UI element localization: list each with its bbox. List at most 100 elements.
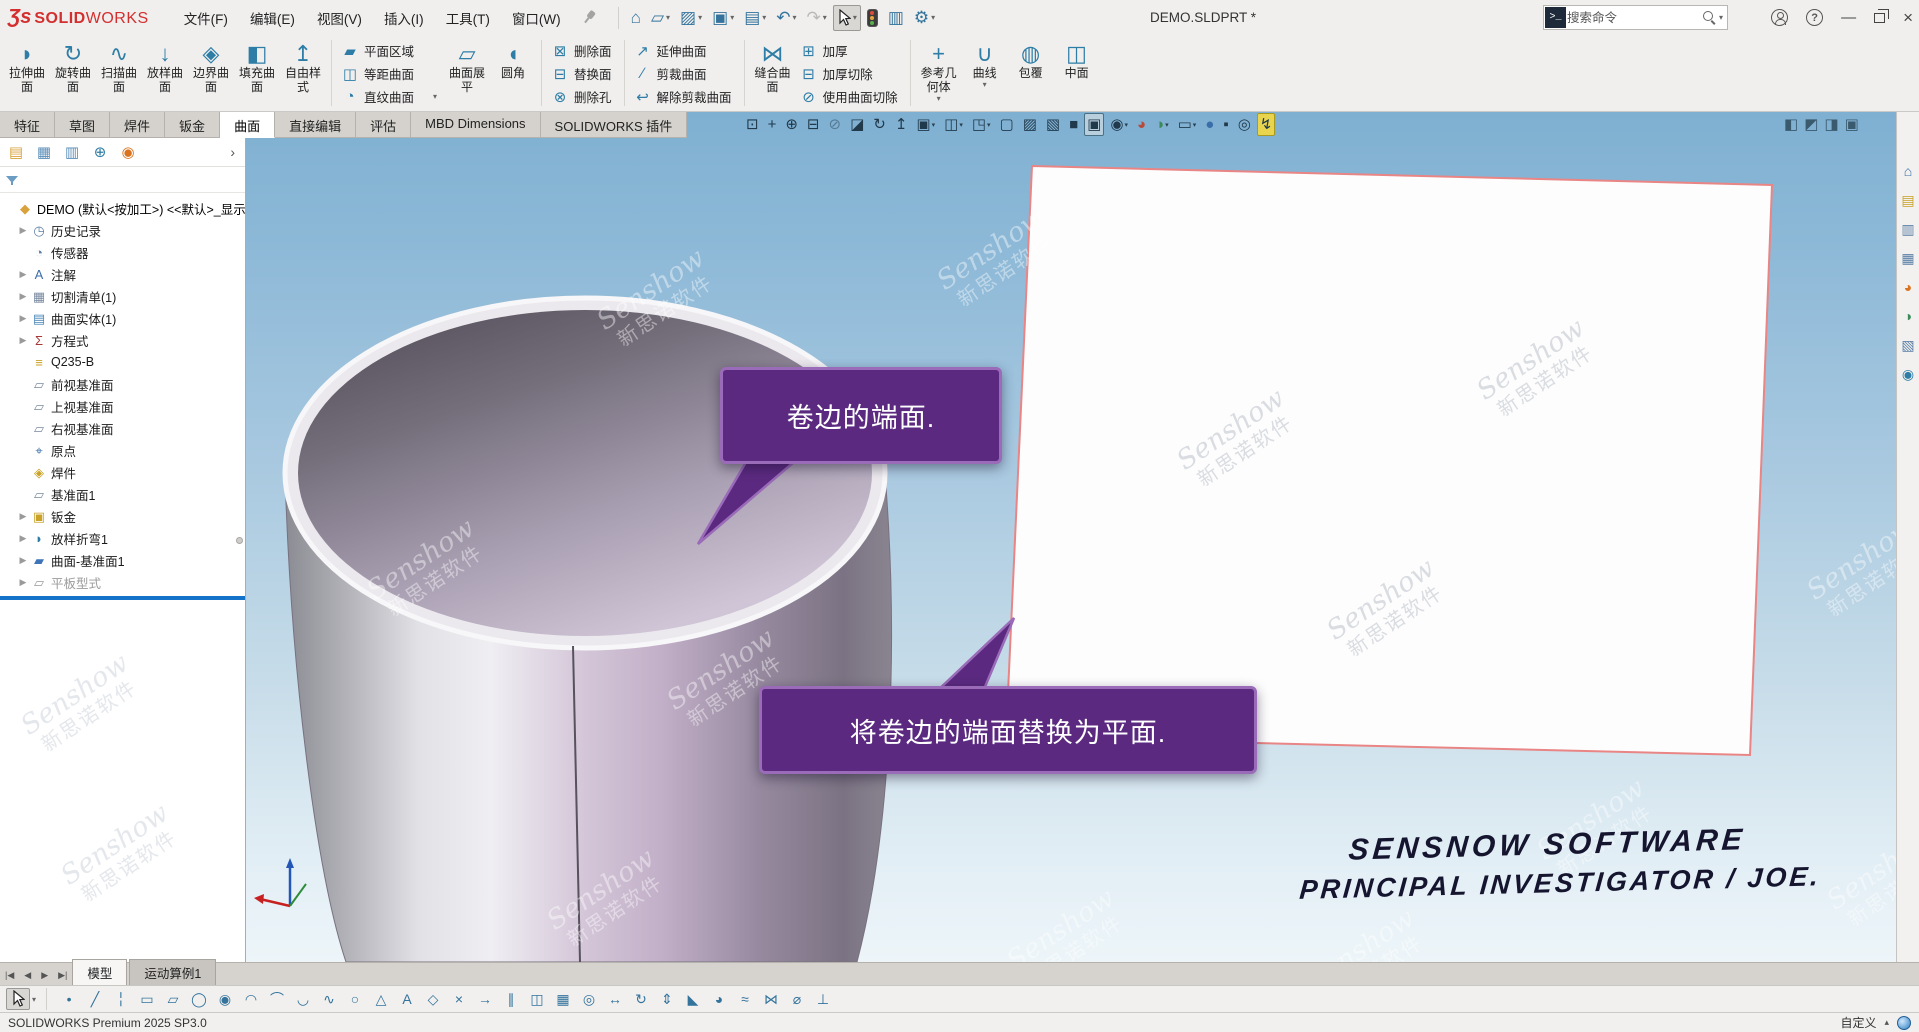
open-icon[interactable]: ▨▾ — [676, 5, 706, 31]
sketch-3point-arc-icon[interactable]: ⌒ — [265, 988, 289, 1010]
file-explorer-icon[interactable]: ▥ — [1901, 222, 1914, 236]
print-icon[interactable]: ▤▾ — [740, 5, 770, 31]
tree-item-Q235-B[interactable]: ≡Q235-B — [2, 351, 245, 373]
tab-焊件[interactable]: 焊件 — [110, 112, 165, 138]
shaded-with-edges-icon[interactable]: ▣ — [1084, 113, 1104, 136]
tree-item-右视基准面[interactable]: ▱右视基准面 — [2, 417, 245, 439]
sketch-intersect-icon[interactable]: ⋈ — [759, 988, 783, 1010]
model-tab-运动算例1[interactable]: 运动算例1 — [129, 959, 216, 985]
tree-item-切割清单(1)[interactable]: ▶▦切割清单(1) — [2, 285, 245, 307]
resources-home-icon[interactable]: ⌂ — [1904, 164, 1912, 178]
tree-item-历史记录[interactable]: ▶◷历史记录 — [2, 219, 245, 241]
viewport-split-vertical-icon[interactable]: ◨ — [1824, 115, 1838, 133]
tree-item-上视基准面[interactable]: ▱上视基准面 — [2, 395, 245, 417]
sketch-point-icon[interactable]: • — [57, 988, 81, 1010]
sketch-perimeter-circle-icon[interactable]: ◉ — [213, 988, 237, 1010]
freeform-button[interactable]: ↥自由样式 — [280, 37, 326, 109]
model-nav-button[interactable]: ▶| — [53, 966, 72, 985]
search-icon[interactable] — [1702, 10, 1717, 25]
flatten-surface-button[interactable]: ▱曲面展平 — [444, 37, 490, 109]
dropdown-arrow-icon[interactable]: ▾ — [1165, 121, 1169, 129]
expand-arrow-icon[interactable]: ▶ — [16, 533, 30, 544]
graphics-area[interactable]: ⊡+⊕⊟⊘◪↻↥▣▾◫▾◳▾▢▨▧■▣◉▾◕◑▾▭▾●▪◎↯ ◧◩◨▣ 卷边的端… — [246, 112, 1919, 962]
reference-geometry-button[interactable]: +参考几何体▾ — [916, 37, 962, 109]
expand-arrow-icon[interactable]: ▶ — [16, 225, 30, 236]
sketch-spline-icon[interactable]: ∿ — [317, 988, 341, 1010]
previous-view-icon[interactable]: ⊘ — [826, 113, 845, 136]
expand-arrow-icon[interactable]: ▶ — [16, 555, 30, 566]
sketch-move-icon[interactable]: ↔ — [603, 988, 627, 1010]
tree-item-曲面-基准面1[interactable]: ▶▰曲面-基准面1 — [2, 549, 245, 571]
dropdown-arrow-icon[interactable]: ▾ — [931, 13, 935, 22]
viewport-single-icon[interactable]: ▣ — [1845, 115, 1859, 133]
tree-item-基准面1[interactable]: ▱基准面1 — [2, 483, 245, 505]
zoom-to-area-icon[interactable]: ⊟ — [804, 113, 823, 136]
tab-评估[interactable]: 评估 — [356, 112, 411, 138]
shaded-icon[interactable]: ■ — [1066, 113, 1081, 136]
dropdown-arrow-icon[interactable]: ▾ — [762, 13, 766, 22]
tab-曲面[interactable]: 曲面 — [220, 112, 275, 138]
propertymanager-icon[interactable]: ▦ — [32, 140, 56, 164]
sketch-rotate-icon[interactable]: ↻ — [629, 988, 653, 1010]
perspective-cube-icon[interactable]: ▪ — [1220, 113, 1231, 136]
sketch-ellipse-icon[interactable]: ○ — [343, 988, 367, 1010]
displaymanager-icon[interactable]: ◉ — [116, 140, 140, 164]
tree-item-传感器[interactable]: ◔传感器 — [2, 241, 245, 263]
tree-root-item[interactable]: ◆DEMO (默认<按加工>) <<默认>_显示 — [2, 197, 245, 219]
untrim-surface-button[interactable]: ↩解除剪裁曲面 — [630, 85, 739, 108]
tree-item-注解[interactable]: ▶A注解 — [2, 263, 245, 285]
tree-item-方程式[interactable]: ▶Σ方程式 — [2, 329, 245, 351]
sketch-linear-pattern-icon[interactable]: ▦ — [551, 988, 575, 1010]
dropdown-arrow-icon[interactable]: ▾ — [730, 13, 734, 22]
view-palette-icon[interactable]: ▦ — [1901, 251, 1914, 265]
sketch-tangent-arc-icon[interactable]: ◡ — [291, 988, 315, 1010]
tree-item-钣金[interactable]: ▶▣钣金 — [2, 505, 245, 527]
sketch-arc-icon[interactable]: ◠ — [239, 988, 263, 1010]
save-icon[interactable]: ▣▾ — [708, 5, 738, 31]
menu-工具(T)[interactable]: 工具(T) — [437, 3, 499, 33]
help-icon[interactable]: ? — [1806, 9, 1823, 26]
midsurface-button[interactable]: ◫中面 — [1054, 37, 1100, 109]
expand-arrow-icon[interactable]: ▶ — [16, 291, 30, 302]
model-nav-button[interactable]: ▶ — [36, 966, 53, 985]
sketch-text-icon[interactable]: A — [395, 988, 419, 1010]
offset-surface-button[interactable]: ◫等距曲面 — [337, 62, 444, 85]
menu-文件(F)[interactable]: 文件(F) — [175, 3, 237, 33]
dropdown-arrow-icon[interactable]: ▾ — [793, 13, 797, 22]
view-settings-icon[interactable]: ▭▾ — [1175, 113, 1200, 136]
menu-视图(V)[interactable]: 视图(V) — [308, 3, 371, 33]
sketch-convert-icon[interactable]: ≈ — [733, 988, 757, 1010]
trim-surface-button[interactable]: ∕剪裁曲面 — [630, 62, 739, 85]
tree-filter-bar[interactable] — [0, 167, 245, 193]
command-search[interactable]: >_ ▾ — [1543, 5, 1728, 30]
customize-arrow-icon[interactable]: ▴ — [1884, 1017, 1889, 1028]
dropdown-arrow-icon[interactable]: ▾ — [433, 92, 437, 101]
custom-properties-icon[interactable]: ▧ — [1901, 338, 1914, 352]
sketch-circular-pattern-icon[interactable]: ◎ — [577, 988, 601, 1010]
model-tab-模型[interactable]: 模型 — [72, 959, 127, 985]
viewport-layout-icon[interactable]: ◫▾ — [941, 113, 966, 136]
sketch-extend-icon[interactable]: → — [473, 988, 497, 1010]
tree-item-曲面实体(1)[interactable]: ▶▤曲面实体(1) — [2, 307, 245, 329]
sketch-plane-icon[interactable]: ◇ — [421, 988, 445, 1010]
edit-appearance-icon[interactable]: ◕ — [1134, 113, 1149, 136]
hidden-lines-visible-icon[interactable]: ▨ — [1020, 113, 1040, 136]
tree-item-放样折弯1[interactable]: ▶◗放样折弯1 — [2, 527, 245, 549]
design-library-icon[interactable]: ▤ — [1901, 193, 1914, 207]
camera-view-icon[interactable]: ◎ — [1235, 113, 1254, 136]
menu-插入(I)[interactable]: 插入(I) — [375, 3, 433, 33]
sketch-mirror-icon[interactable]: ◫ — [525, 988, 549, 1010]
home-icon[interactable]: ⌂ — [627, 5, 645, 31]
cylinder-inside-face[interactable] — [298, 310, 872, 636]
forum-icon[interactable]: ◉ — [1902, 367, 1914, 381]
pin-menu-button[interactable] — [582, 10, 596, 25]
zoom-in-out-icon[interactable]: ⊕ — [782, 113, 801, 136]
tab-特征[interactable]: 特征 — [0, 112, 55, 138]
panel-splitter-handle[interactable] — [236, 537, 243, 544]
menu-窗口(W)[interactable]: 窗口(W) — [503, 3, 570, 33]
expand-arrow-icon[interactable]: ▶ — [16, 577, 30, 588]
sketch-offset-icon[interactable]: ∥ — [499, 988, 523, 1010]
customize-label[interactable]: 自定义 — [1840, 1014, 1876, 1031]
zoom-to-fit-icon[interactable]: ⊡ — [743, 113, 762, 136]
dropdown-arrow-icon[interactable]: ▾ — [698, 13, 702, 22]
